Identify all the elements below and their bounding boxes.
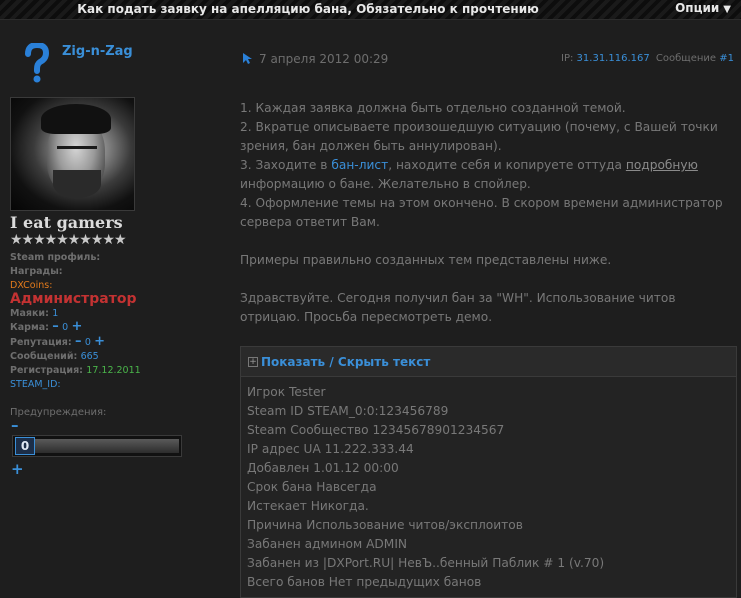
post-body: 1. Каждая заявка должна быть отдельно со… <box>240 99 735 327</box>
steam-profile-label: Steam профиль: <box>10 252 101 263</box>
ban-info-line: Всего банов Нет предыдущих банов <box>247 575 482 589</box>
beacons-label: Маяки: <box>10 308 49 319</box>
post-status-icon <box>243 53 252 64</box>
post-line: сервера ответит Вам. <box>240 215 380 229</box>
ban-info-line: Забанен админом ADMIN <box>247 537 408 551</box>
karma-value: 0 <box>62 322 69 333</box>
chevron-down-icon: ▼ <box>723 4 731 15</box>
ban-info-line: Причина Использование читов/эксплоитов <box>247 518 523 532</box>
steam-id-label: STEAM_ID: <box>10 379 61 390</box>
registration-date: 17.12.2011 <box>86 365 141 376</box>
message-label: Сообщение <box>655 53 717 64</box>
post-line: информацию о бане. Желательно в спойлер. <box>240 177 531 191</box>
posts-count-label: Сообщений: <box>10 351 78 362</box>
karma-label: Карма: <box>10 322 49 333</box>
karma-minus-button[interactable]: – <box>52 320 59 333</box>
post-meta: IP: 31.31.116.167 Сообщение #1 <box>561 53 734 64</box>
reputation-plus-button[interactable]: + <box>94 335 105 348</box>
ban-info-line: Игрок Tester <box>247 385 326 399</box>
warnings-level-bar: 0 <box>12 435 182 457</box>
post-line: Примеры правильно созданных тем представ… <box>240 253 612 267</box>
user-info-panel: Zig-n-Zag I eat gamers ★★★★★★★★★★ Steam … <box>0 21 228 598</box>
beacons-value: 1 <box>52 308 59 319</box>
reputation-label: Репутация: <box>10 337 72 348</box>
warnings-minus-button[interactable]: – <box>11 416 19 434</box>
awards-label: Награды: <box>10 266 63 277</box>
warnings-level-value[interactable]: 0 <box>15 437 35 455</box>
ban-info-line: Steam ID STEAM_0:0:123456789 <box>247 404 449 418</box>
ip-label: IP: <box>561 53 574 64</box>
registration-label: Регистрация: <box>10 365 83 376</box>
post-line: 3. Заходите в бан-лист, находите себя и … <box>240 158 698 172</box>
options-menu-button[interactable]: Опции ▼ <box>675 1 731 15</box>
spoiler-toggle-header[interactable]: + Показать / Скрыть текст <box>241 347 736 377</box>
ban-info-line: Добавлен 1.01.12 00:00 <box>247 461 399 475</box>
user-role: Администратор <box>10 291 137 307</box>
post-author-name[interactable]: Zig-n-Zag <box>62 44 133 59</box>
offline-question-icon <box>25 43 50 83</box>
ip-address-link[interactable]: 31.31.116.167 <box>577 53 650 64</box>
user-custom-title: I eat gamers <box>10 213 123 232</box>
karma-plus-button[interactable]: + <box>71 320 82 333</box>
post-line: 1. Каждая заявка должна быть отдельно со… <box>240 101 626 115</box>
ban-info-line: Steam Сообщество 12345678901234567 <box>247 423 505 437</box>
spoiler-content: Игрок Tester Steam ID STEAM_0:0:12345678… <box>241 377 736 592</box>
post-content: 7 апреля 2012 00:29 IP: 31.31.116.167 Со… <box>228 21 741 598</box>
post-line: 4. Оформление темы на этом окончено. В с… <box>240 196 723 210</box>
reputation-minus-button[interactable]: – <box>75 335 82 348</box>
warnings-plus-button[interactable]: + <box>11 460 24 478</box>
ban-info-line: Истекает Никогда. <box>247 499 369 513</box>
thread-header-bar: Как подать заявку на апелляцию бана, Обя… <box>0 0 741 20</box>
ban-info-line: Забанен из |DXPort.RU| НевЪ..бенный Пабл… <box>247 556 605 570</box>
post-line: 2. Вкратце описываете произошедшую ситуа… <box>240 120 718 134</box>
message-number-link[interactable]: #1 <box>719 53 734 64</box>
ban-list-link[interactable]: бан-лист <box>331 158 388 172</box>
options-label: Опции <box>675 1 720 15</box>
spoiler-block: + Показать / Скрыть текст Игрок Tester S… <box>240 346 737 598</box>
warnings-label: Предупреждения: <box>10 407 107 418</box>
expand-icon[interactable]: + <box>248 357 258 367</box>
avatar[interactable] <box>10 97 135 211</box>
post-line: Здравствуйте. Сегодня получил бан за "WH… <box>240 291 676 305</box>
ban-info-line: IP адрес UA 11.222.333.44 <box>247 442 414 456</box>
dxcoins-label: DXCoins: <box>10 280 53 291</box>
detailed-info-link[interactable]: подробную <box>626 158 698 172</box>
post-date: 7 апреля 2012 00:29 <box>259 52 389 66</box>
spoiler-title[interactable]: Показать / Скрыть текст <box>261 355 430 369</box>
ban-info-line: Срок бана Навсегда <box>247 480 377 494</box>
posts-count-value[interactable]: 665 <box>81 351 99 362</box>
thread-title: Как подать заявку на апелляцию бана, Обя… <box>77 2 539 16</box>
rank-stars-icon: ★★★★★★★★★★ <box>10 232 127 248</box>
post-line: зрения, бан должен быть аннулирован). <box>240 139 502 153</box>
post-line: отрицаю. Просьба пересмотреть демо. <box>240 310 493 324</box>
reputation-value: 0 <box>84 337 91 348</box>
